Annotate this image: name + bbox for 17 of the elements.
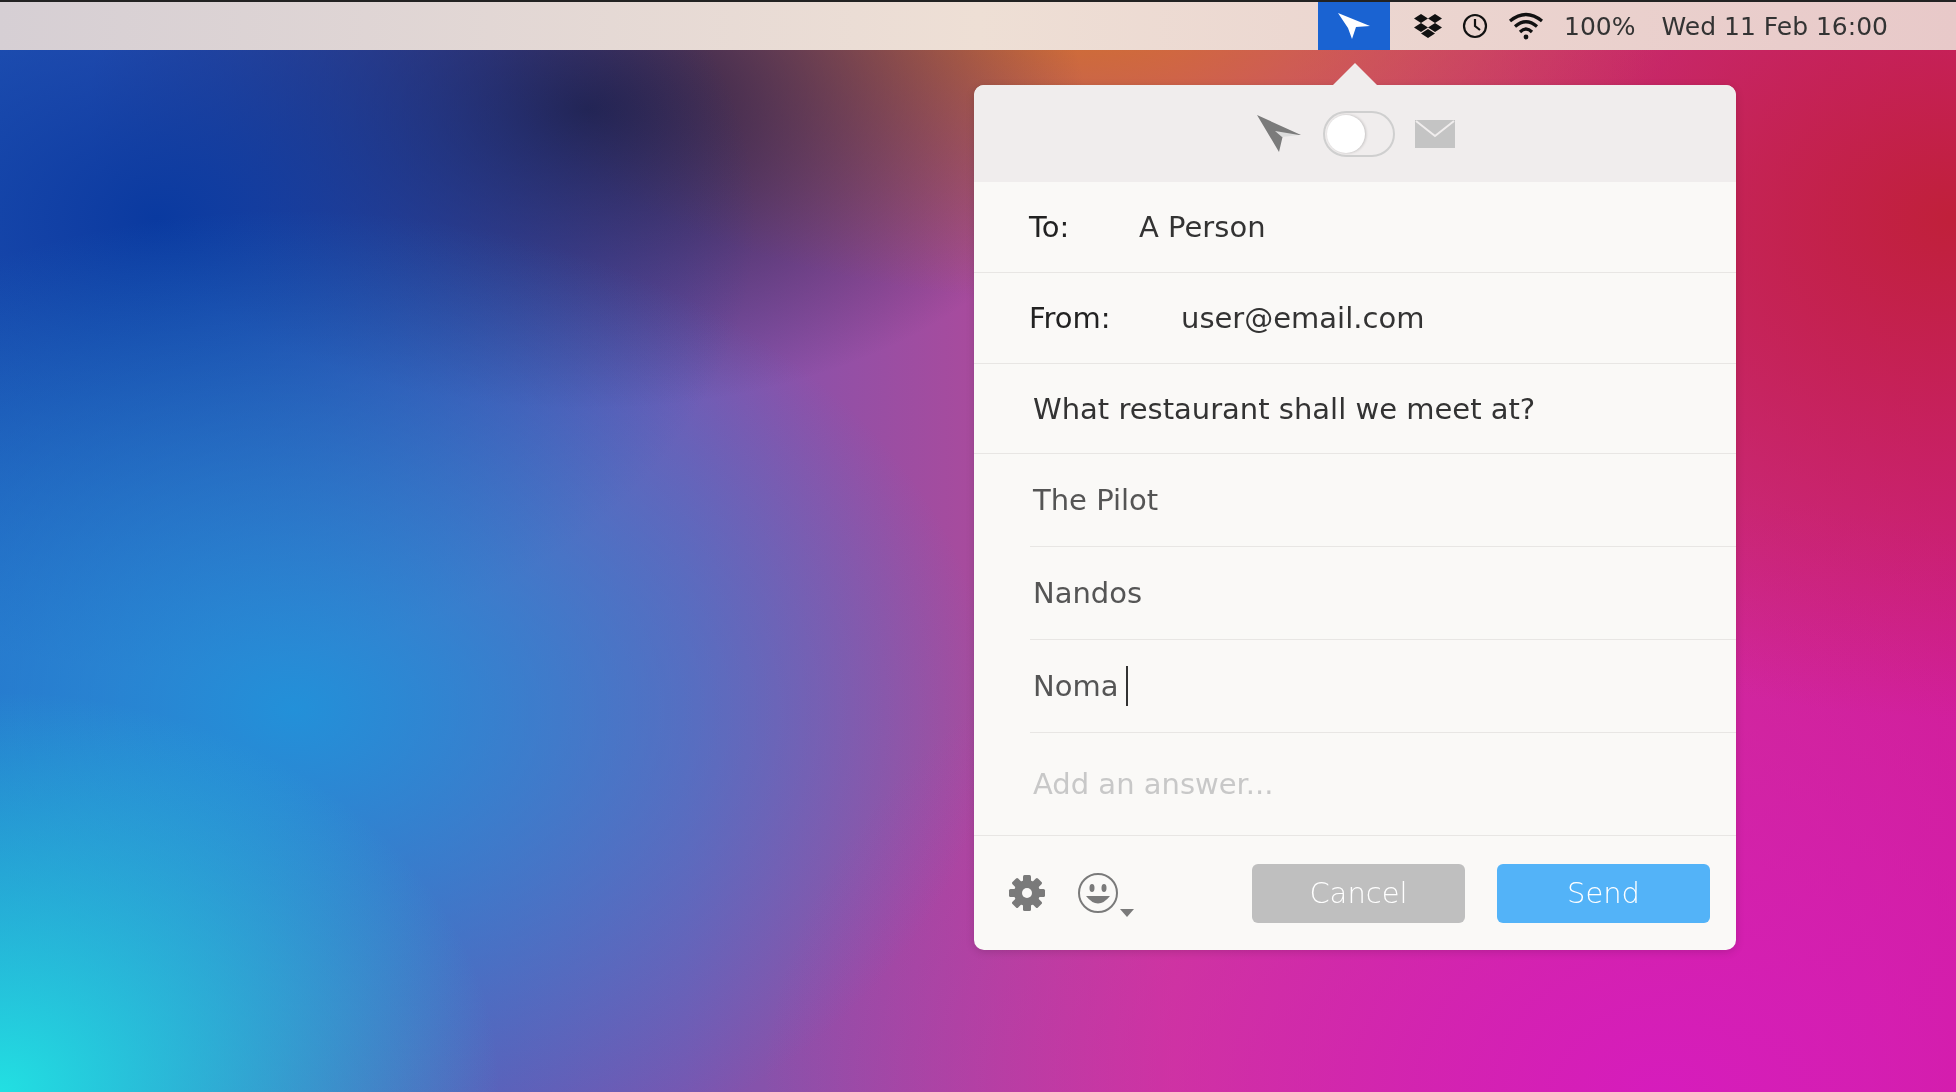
clock-icon[interactable] [1462,13,1489,39]
battery-percentage[interactable]: 100% [1564,11,1636,41]
question-text[interactable]: What restaurant shall we meet at? [1033,391,1536,426]
mode-toggle[interactable] [1323,110,1395,157]
menu-bar-app-item[interactable] [1318,2,1391,50]
answer-field[interactable]: Noma [1033,666,1129,706]
answer-field[interactable]: The Pilot [1033,483,1159,517]
to-label: To: [1029,210,1071,244]
sender-value[interactable]: user@email.com [1181,301,1425,335]
settings-icon[interactable] [1008,874,1046,912]
wifi-icon[interactable] [1508,12,1545,40]
answer-field[interactable]: Nandos [1033,576,1143,610]
smiley-dropdown-icon[interactable] [1078,873,1134,919]
menu-bar-clock[interactable]: Wed 11 Feb 16:00 [1661,11,1888,41]
dropbox-icon[interactable] [1414,12,1443,40]
from-label: From: [1029,301,1112,335]
recipient-value[interactable]: A Person [1139,210,1266,244]
